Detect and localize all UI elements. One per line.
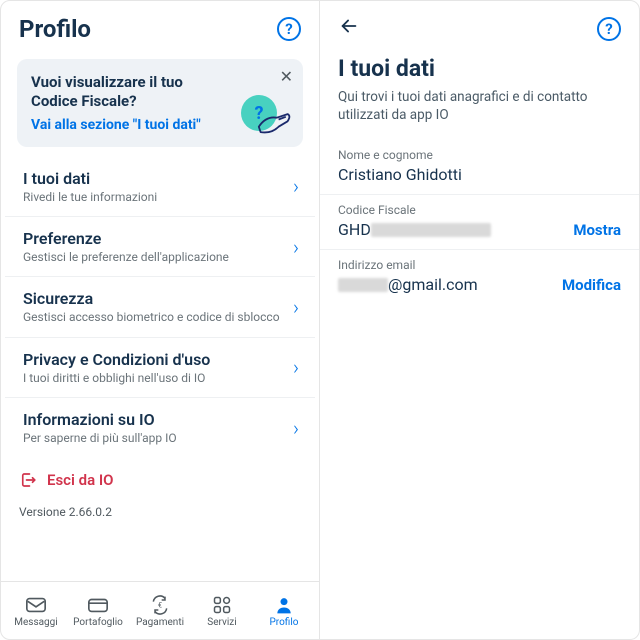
field-label: Nome e cognome [338, 148, 621, 162]
row-title: Privacy e Condizioni d'uso [23, 350, 285, 369]
page-title: I tuoi dati [320, 49, 639, 86]
row-title: Preferenze [23, 229, 285, 248]
field-cf: Codice Fiscale GHD Mostra [320, 195, 639, 250]
show-button[interactable]: Mostra [573, 221, 621, 239]
version-text: Versione 2.66.0.2 [1, 497, 319, 525]
right-header: ? [320, 1, 639, 49]
page-title: Profilo [19, 15, 91, 43]
tab-label: Messaggi [14, 617, 57, 628]
banner-illustration: ? [239, 89, 295, 145]
chevron-right-icon: › [293, 295, 299, 319]
payments-icon: € [149, 595, 171, 615]
tab-label: Servizi [207, 617, 236, 628]
cf-banner[interactable]: ✕ Vuoi visualizzare il tuo Codice Fiscal… [17, 59, 303, 147]
tab-label: Pagamenti [136, 617, 184, 628]
tab-wallet[interactable]: Portafoglio [67, 588, 129, 635]
tab-label: Profilo [270, 617, 299, 628]
field-label: Indirizzo email [338, 258, 552, 272]
tab-bar: Messaggi Portafoglio € Pagamenti Servizi [1, 581, 319, 639]
row-title: Sicurezza [23, 289, 285, 308]
logout-button[interactable]: Esci da IO [1, 457, 319, 497]
row-sub: Gestisci accesso biometrico e codice di … [23, 310, 285, 324]
row-about[interactable]: Informazioni su IO Per saperne di più su… [5, 398, 315, 457]
edit-button[interactable]: Modifica [562, 276, 621, 294]
back-icon[interactable] [338, 15, 360, 43]
profile-icon [273, 595, 295, 615]
tab-label: Portafoglio [73, 617, 123, 628]
field-label: Codice Fiscale [338, 203, 563, 217]
help-icon[interactable]: ? [277, 17, 301, 41]
row-preferences[interactable]: Preferenze Gestisci le preferenze dell'a… [5, 217, 315, 277]
svg-text:€: € [158, 601, 162, 610]
redacted [371, 223, 491, 237]
row-privacy[interactable]: Privacy e Condizioni d'uso I tuoi diritt… [5, 338, 315, 398]
page-description: Qui trovi i tuoi dati anagrafici e di co… [320, 86, 639, 140]
row-sub: I tuoi diritti e obblighi nell'uso di IO [23, 371, 285, 385]
row-title: Informazioni su IO [23, 410, 285, 429]
close-icon[interactable]: ✕ [280, 67, 293, 86]
field-value: Cristiano Ghidotti [338, 165, 621, 184]
row-sub: Gestisci le preferenze dell'applicazione [23, 250, 285, 264]
wallet-icon [87, 595, 109, 615]
chevron-right-icon: › [293, 174, 299, 198]
profile-list: I tuoi dati Rivedi le tue informazioni ›… [1, 157, 319, 458]
tab-messages[interactable]: Messaggi [5, 588, 67, 635]
tab-services[interactable]: Servizi [191, 588, 253, 635]
logout-icon [19, 471, 37, 489]
field-name: Nome e cognome Cristiano Ghidotti [320, 140, 639, 195]
row-security[interactable]: Sicurezza Gestisci accesso biometrico e … [5, 277, 315, 337]
tab-payments[interactable]: € Pagamenti [129, 588, 191, 635]
chevron-right-icon: › [293, 235, 299, 259]
logout-label: Esci da IO [47, 471, 114, 489]
row-your-data[interactable]: I tuoi dati Rivedi le tue informazioni › [5, 157, 315, 217]
row-sub: Rivedi le tue informazioni [23, 190, 285, 204]
field-value: GHD [338, 220, 563, 239]
chevron-right-icon: › [293, 355, 299, 379]
your-data-screen: ? I tuoi dati Qui trovi i tuoi dati anag… [320, 1, 639, 639]
row-title: I tuoi dati [23, 169, 285, 188]
row-sub: Per saperne di più sull'app IO [23, 431, 285, 445]
services-icon [211, 595, 233, 615]
field-email: Indirizzo email @gmail.com Modifica [320, 250, 639, 304]
left-header: Profilo ? [1, 1, 319, 53]
chevron-right-icon: › [293, 416, 299, 440]
mail-icon [25, 595, 47, 615]
profile-screen: Profilo ? ✕ Vuoi visualizzare il tuo Cod… [1, 1, 320, 639]
redacted [338, 278, 388, 292]
tab-profile[interactable]: Profilo [253, 588, 315, 635]
field-value: @gmail.com [338, 275, 552, 294]
help-icon[interactable]: ? [597, 17, 621, 41]
